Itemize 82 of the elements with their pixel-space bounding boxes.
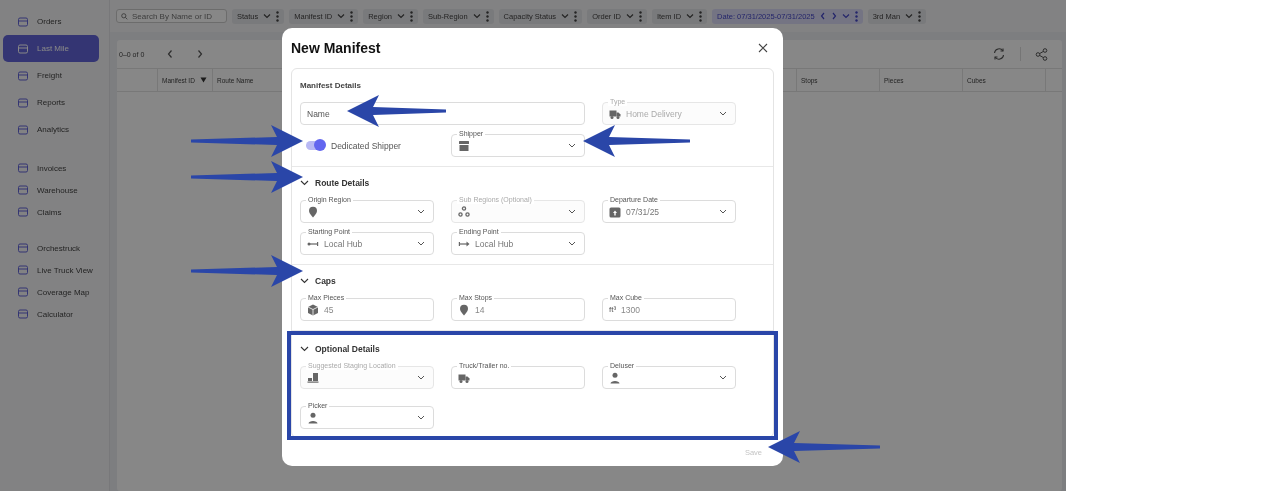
more-icon[interactable] bbox=[854, 10, 858, 22]
sidebar-item[interactable]: Claims bbox=[3, 201, 99, 223]
person-icon bbox=[307, 411, 319, 424]
chevron-down-icon bbox=[568, 241, 576, 246]
card-icon bbox=[17, 264, 29, 276]
more-icon[interactable] bbox=[918, 10, 922, 22]
person-icon bbox=[609, 371, 621, 384]
sidebar-item[interactable]: Reports bbox=[3, 89, 99, 116]
chevron-down-icon bbox=[472, 13, 481, 19]
unit-label: ft³ bbox=[609, 305, 617, 314]
chevron-right-icon[interactable] bbox=[196, 49, 205, 59]
section-title: Route Details bbox=[315, 178, 370, 188]
card-icon bbox=[17, 69, 29, 82]
sidebar-item[interactable]: Invoices bbox=[3, 157, 99, 179]
toggle-label: Dedicated Shipper bbox=[331, 140, 401, 151]
chevron-down-icon bbox=[417, 415, 425, 420]
more-icon[interactable] bbox=[638, 10, 642, 22]
chevron-down-icon bbox=[417, 241, 425, 246]
section-title: Optional Details bbox=[315, 344, 380, 354]
card-icon bbox=[17, 242, 29, 254]
chevron-down-icon[interactable] bbox=[300, 346, 309, 352]
close-icon[interactable] bbox=[758, 43, 768, 53]
section-title: Manifest Details bbox=[300, 80, 361, 90]
card-icon bbox=[17, 123, 29, 136]
sidebar-item[interactable]: Live Truck View bbox=[3, 259, 99, 281]
share-icon[interactable] bbox=[1035, 47, 1048, 61]
chevron-left-icon[interactable] bbox=[819, 12, 826, 20]
card-icon bbox=[17, 42, 29, 55]
card-icon bbox=[17, 96, 29, 109]
chevron-down-icon bbox=[841, 13, 850, 19]
chevron-down-icon bbox=[719, 111, 727, 116]
more-icon[interactable] bbox=[276, 10, 280, 22]
card-icon bbox=[17, 206, 29, 218]
more-icon[interactable] bbox=[485, 10, 489, 22]
sidebar-item[interactable]: Orders bbox=[3, 8, 99, 35]
sidebar-item[interactable]: Freight bbox=[3, 62, 99, 89]
more-icon[interactable] bbox=[574, 10, 578, 22]
chevron-down-icon[interactable] bbox=[300, 278, 309, 284]
chevron-down-icon bbox=[337, 13, 346, 19]
card-icon bbox=[17, 308, 29, 320]
card-icon bbox=[17, 286, 29, 298]
chevron-down-icon[interactable] bbox=[300, 180, 309, 186]
sidebar-item[interactable]: Last Mile bbox=[3, 35, 99, 62]
chevron-down-icon bbox=[625, 13, 634, 19]
chevron-down-icon bbox=[561, 13, 570, 19]
section-title: Caps bbox=[315, 276, 336, 286]
map-pin-icon bbox=[307, 205, 319, 218]
chevron-down-icon bbox=[686, 13, 695, 19]
chevron-down-icon bbox=[397, 13, 405, 19]
card-icon bbox=[17, 184, 29, 196]
more-icon[interactable] bbox=[410, 10, 413, 22]
chevron-left-icon[interactable] bbox=[166, 49, 175, 59]
card-icon bbox=[17, 162, 29, 174]
chevron-down-icon bbox=[417, 209, 425, 214]
chevron-down-icon bbox=[568, 209, 576, 214]
sidebar-item[interactable]: Warehouse bbox=[3, 179, 99, 201]
forklift-icon bbox=[307, 371, 319, 384]
input-field[interactable]: Name bbox=[300, 102, 585, 125]
card-icon bbox=[17, 15, 29, 28]
calendar-icon bbox=[609, 205, 621, 218]
chevron-down-icon bbox=[905, 13, 914, 19]
chevron-right-icon[interactable] bbox=[830, 12, 837, 20]
chevron-down-icon bbox=[568, 143, 576, 148]
sort-icon[interactable] bbox=[199, 77, 207, 83]
toggle-switch[interactable] bbox=[306, 141, 325, 150]
sidebar-item[interactable]: Analytics bbox=[3, 116, 99, 143]
dialog-title: New Manifest bbox=[291, 40, 381, 56]
map-pin-icon bbox=[458, 303, 470, 316]
map-pins-icon bbox=[458, 205, 470, 218]
more-icon[interactable] bbox=[699, 10, 703, 22]
sidebar-item[interactable]: Orchestruck bbox=[3, 237, 99, 259]
more-icon[interactable] bbox=[350, 10, 354, 22]
sidebar-item[interactable]: Calculator bbox=[3, 303, 99, 325]
search-icon bbox=[121, 11, 128, 21]
refresh-icon[interactable] bbox=[992, 47, 1006, 61]
chevron-down-icon bbox=[719, 375, 727, 380]
package-icon bbox=[307, 303, 319, 316]
chevron-down-icon bbox=[263, 13, 272, 19]
chevron-down-icon bbox=[719, 209, 727, 214]
sidebar-item[interactable]: Coverage Map bbox=[3, 281, 99, 303]
chevron-down-icon bbox=[417, 375, 425, 380]
store-icon bbox=[458, 139, 470, 152]
